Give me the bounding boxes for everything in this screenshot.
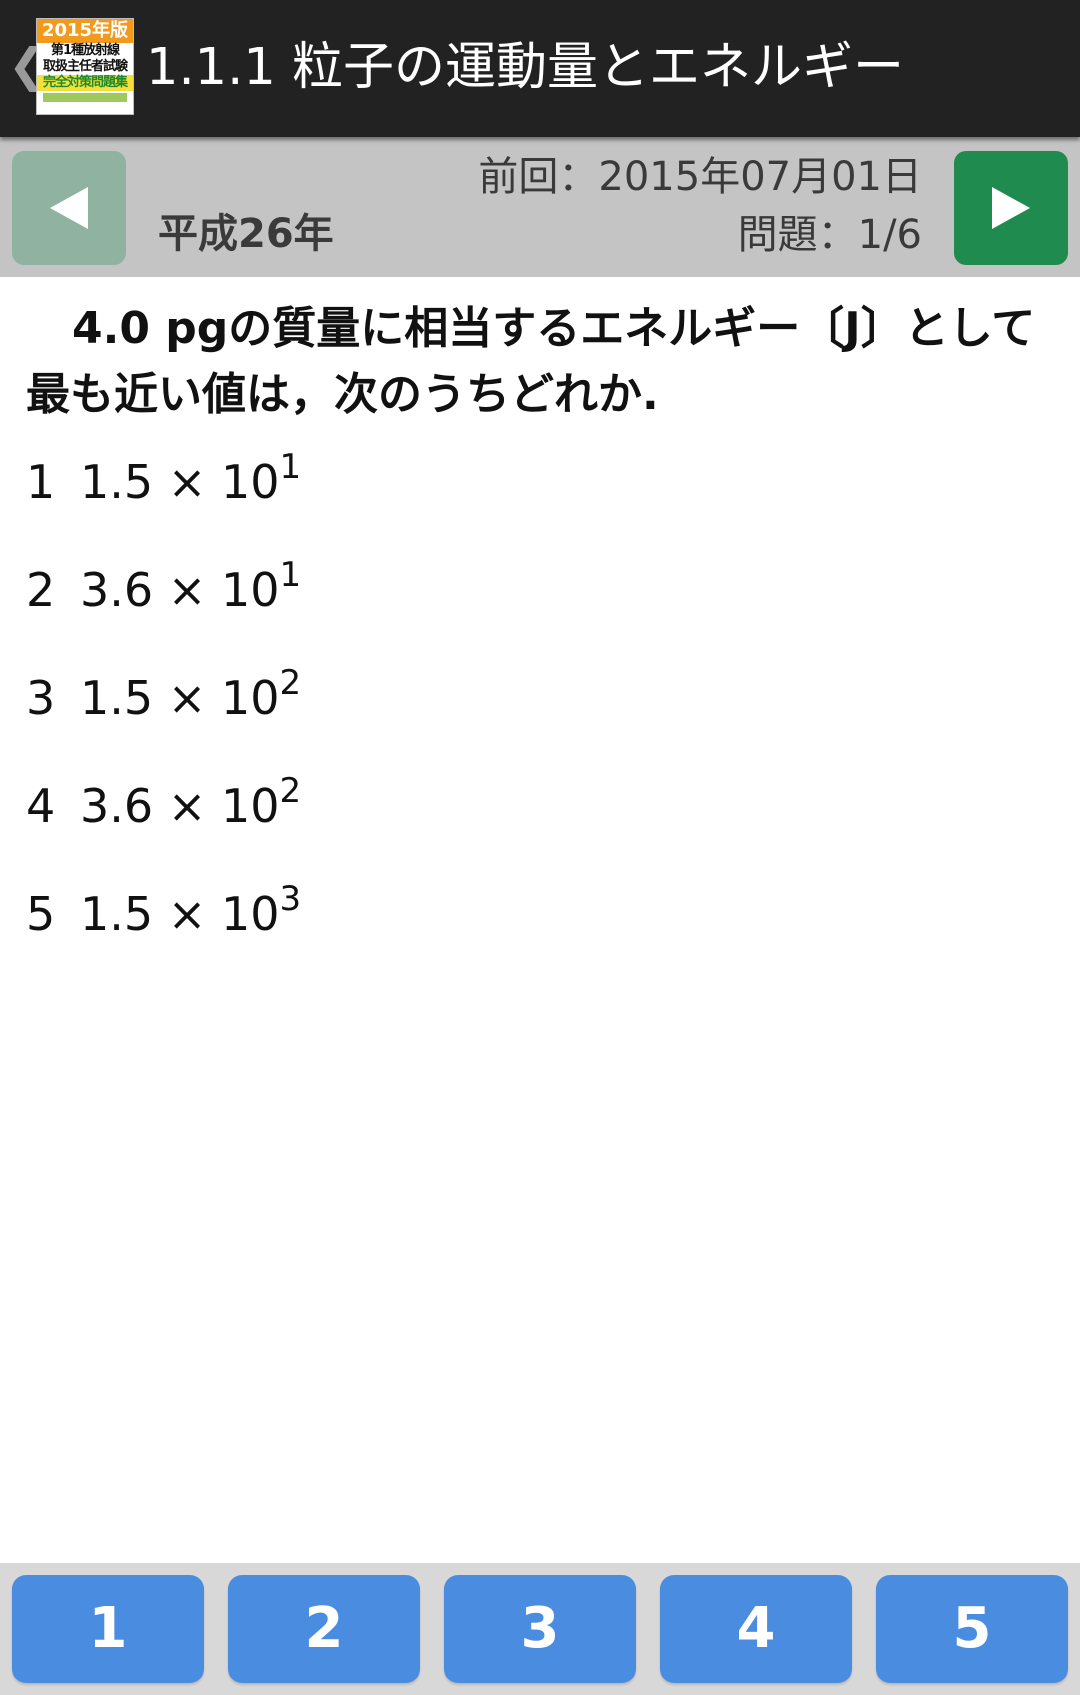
choice-item: 1 1.5 × 101 xyxy=(26,440,1026,548)
answer-button-1[interactable]: 1 xyxy=(12,1575,204,1683)
app-bar: ❮ 2015年版 第1種放射線 取扱主任者試験 完全対策問題集 1.1.1 粒子… xyxy=(0,0,1080,137)
back-chevron-icon[interactable]: ❮ xyxy=(8,40,47,90)
app-logo-line-2: 取扱主任者試験 xyxy=(42,59,128,74)
choice-number: 4 xyxy=(26,779,56,833)
choice-number: 1 xyxy=(26,455,56,509)
app-logo[interactable]: 2015年版 第1種放射線 取扱主任者試験 完全対策問題集 xyxy=(36,18,134,115)
triangle-right-icon xyxy=(992,187,1030,229)
choice-exponent: 3 xyxy=(279,878,302,919)
triangle-left-icon xyxy=(50,187,88,229)
answer-bar: 1 2 3 4 5 xyxy=(0,1563,1080,1695)
previous-attempt-date: 前回：2015年07月01日 xyxy=(478,154,922,200)
question-text: 4.0 pgの質量に相当するエネルギー〔J〕として最も近い値は，次のうちどれか. xyxy=(26,303,1036,420)
choice-number: 5 xyxy=(26,887,56,941)
choice-list: 1 1.5 × 101 2 3.6 × 101 3 1.5 × 102 4 3.6 × … xyxy=(26,440,1026,980)
next-question-button[interactable] xyxy=(954,151,1068,265)
choice-item: 5 1.5 × 103 xyxy=(26,872,1026,980)
choice-exponent: 2 xyxy=(279,770,302,811)
answer-button-5[interactable]: 5 xyxy=(876,1575,1068,1683)
question-counter: 問題：1/6 xyxy=(737,212,922,258)
choice-item: 2 3.6 × 101 xyxy=(26,548,1026,656)
answer-button-3[interactable]: 3 xyxy=(444,1575,636,1683)
app-logo-line-1: 第1種放射線 xyxy=(50,43,120,58)
choice-exponent: 2 xyxy=(279,662,302,703)
question-nav-bar: 平成26年 前回：2015年07月01日 問題：1/6 xyxy=(0,137,1080,277)
app-logo-line-3: 完全対策問題集 xyxy=(37,75,133,91)
choice-mantissa: 3.6 × 10 xyxy=(80,779,280,833)
choice-exponent: 1 xyxy=(279,554,302,595)
answer-button-2[interactable]: 2 xyxy=(228,1575,420,1683)
choice-mantissa: 1.5 × 10 xyxy=(80,671,280,725)
choice-exponent: 1 xyxy=(279,446,302,487)
choice-number: 3 xyxy=(26,671,56,725)
choice-mantissa: 1.5 × 10 xyxy=(80,887,280,941)
page-title: 1.1.1 粒子の運動量とエネルギー xyxy=(146,38,904,97)
answer-button-4[interactable]: 4 xyxy=(660,1575,852,1683)
choice-item: 4 3.6 × 102 xyxy=(26,764,1026,872)
choice-number: 2 xyxy=(26,563,56,617)
previous-question-button[interactable] xyxy=(12,151,126,265)
app-logo-footer-strip xyxy=(43,93,127,102)
era-year-label: 平成26年 xyxy=(158,211,334,257)
app-logo-year: 2015年版 xyxy=(37,19,133,43)
choice-item: 3 1.5 × 102 xyxy=(26,656,1026,764)
choice-mantissa: 1.5 × 10 xyxy=(80,455,280,509)
choice-mantissa: 3.6 × 10 xyxy=(80,563,280,617)
